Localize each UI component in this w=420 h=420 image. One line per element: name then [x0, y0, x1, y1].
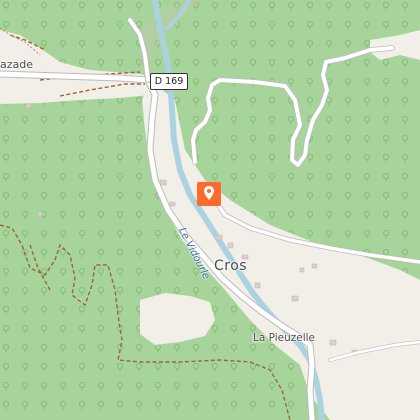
place-label-la-pieuzelle: La Pieuzelle — [253, 332, 316, 344]
map-view[interactable]: azade D 169 Le Vidourle Cros La Pieuzell… — [0, 0, 420, 420]
place-label-cros: Cros — [214, 258, 248, 274]
map-pin-icon[interactable] — [197, 182, 221, 206]
place-label-azade: azade — [0, 58, 34, 71]
map-base-layer — [0, 0, 420, 420]
road-shield-d169: D 169 — [150, 73, 188, 90]
